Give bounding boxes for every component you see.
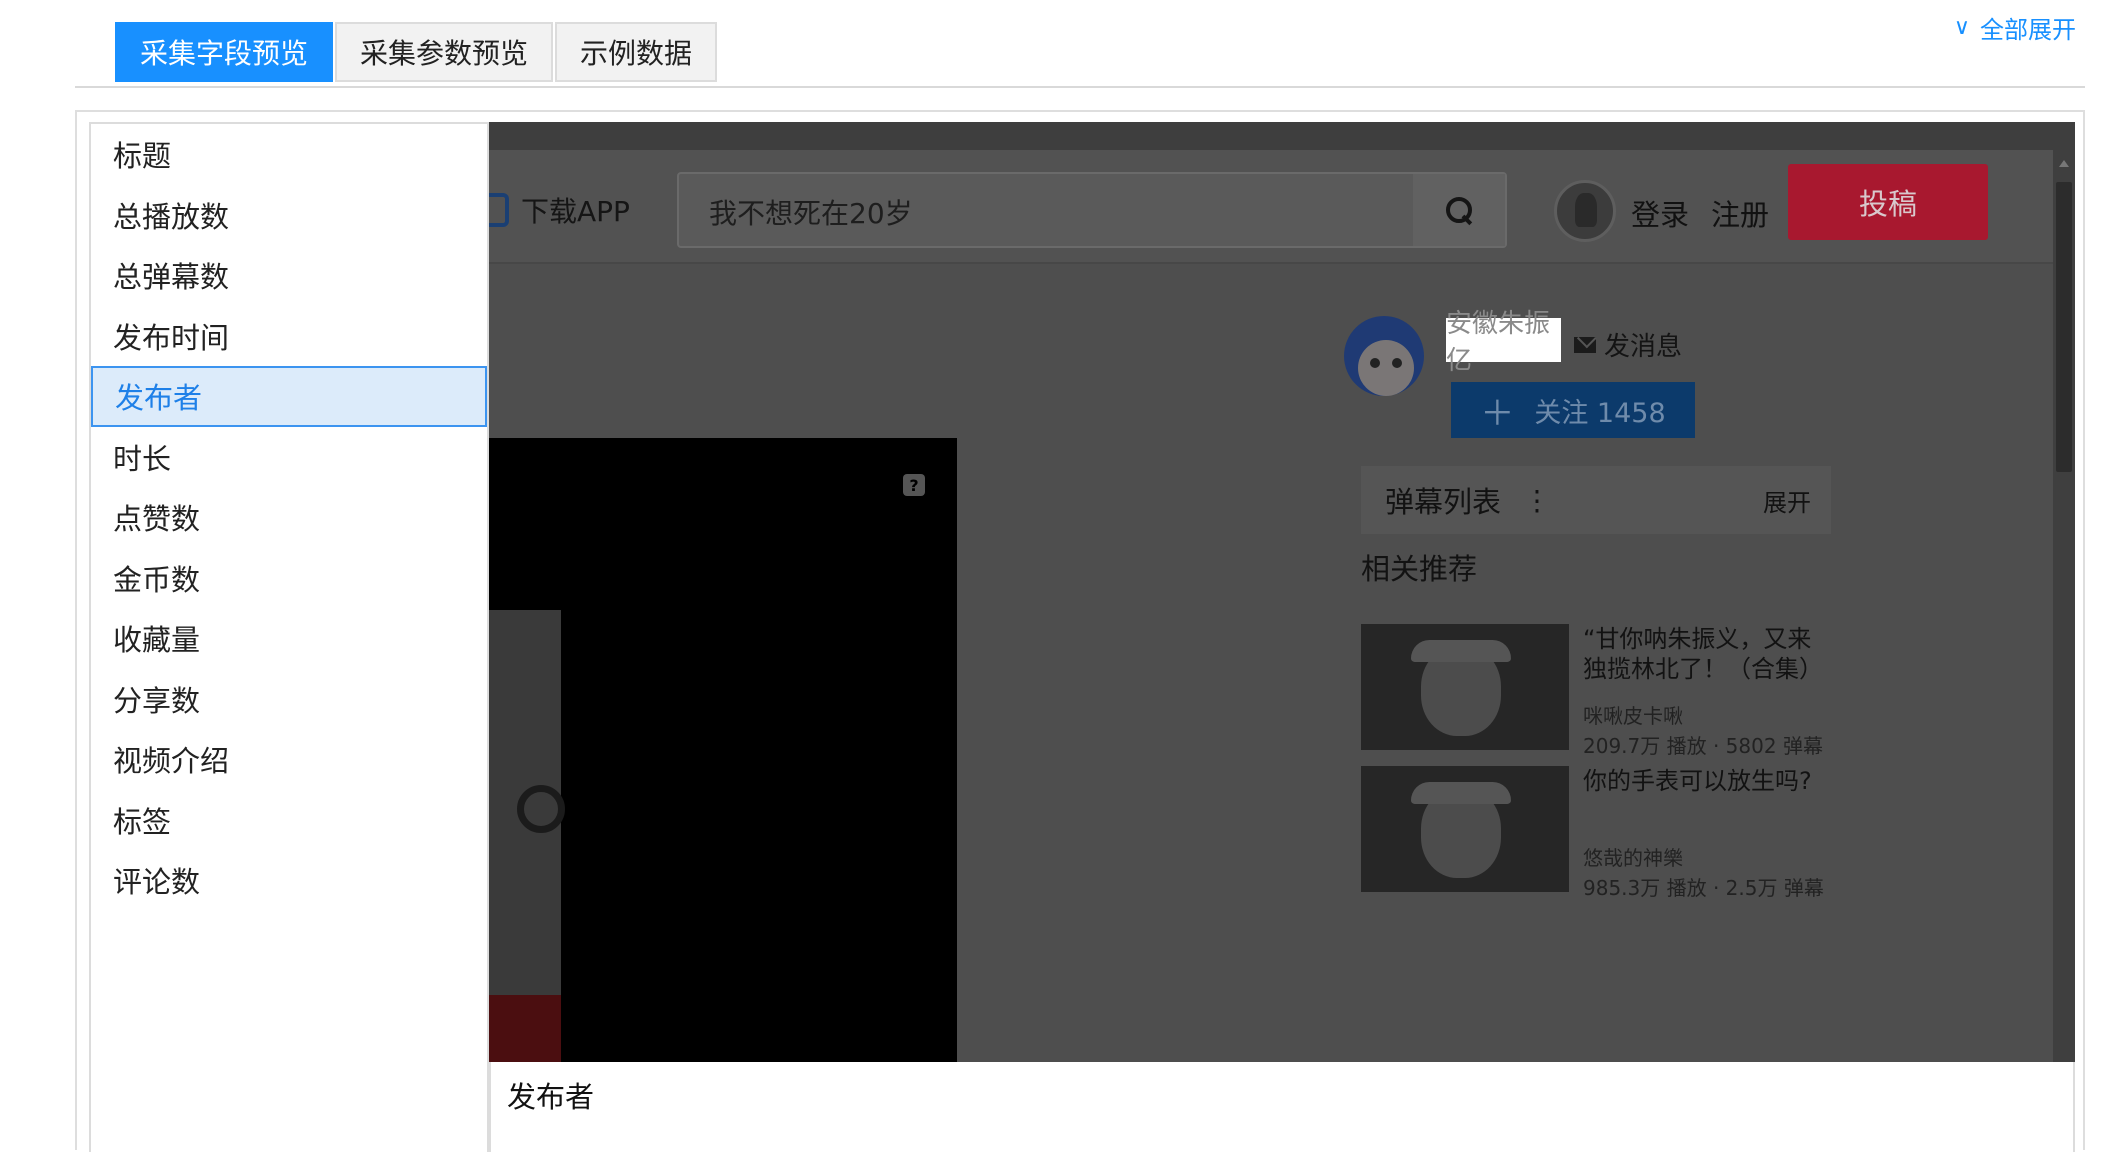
follow-label: 关注 1458 [1534, 397, 1666, 429]
help-icon: ? [903, 474, 925, 496]
scrollbar-thumb[interactable] [2056, 182, 2072, 472]
tab-field-preview[interactable]: 采集字段预览 [115, 22, 334, 82]
preview-search-button[interactable] [1413, 174, 1505, 246]
field-item-coins[interactable]: 金币数 [91, 548, 487, 609]
related-card-author[interactable]: 咪啾皮卡啾 [1583, 700, 1683, 729]
related-card-title[interactable]: “甘你呐朱振义，又来独揽林北了！（合集） [1583, 624, 1833, 684]
tab-bar: 采集字段预览 采集参数预览 示例数据 ∨ 全部展开 [0, 0, 2112, 88]
field-item-comments[interactable]: 评论数 [91, 850, 487, 911]
more-dots-icon[interactable]: ⋮ [1523, 484, 1551, 517]
selected-field-caption: 发布者 [489, 1062, 2075, 1152]
tab-param-preview[interactable]: 采集参数预览 [335, 22, 554, 82]
danmaku-list-header[interactable]: 弹幕列表 ⋮ 展开 [1361, 466, 1831, 534]
selected-field-name: 发布者 [507, 1080, 595, 1114]
send-message-label: 发消息 [1604, 332, 1683, 362]
preview-panel: 标题 总播放数 总弹幕数 发布时间 发布者 时长 点赞数 金币数 收藏量 分享数… [75, 110, 2085, 1152]
preview-search-text: 我不想死在20岁 [709, 197, 913, 230]
field-item-title[interactable]: 标题 [91, 124, 487, 185]
tab-list: 采集字段预览 采集参数预览 示例数据 [115, 22, 719, 82]
download-app-label: 下载APP [521, 195, 630, 228]
video-frame-fragment [489, 610, 565, 1062]
field-item-tags[interactable]: 标签 [91, 790, 487, 851]
preview-top-band [489, 122, 2075, 150]
mail-icon [1574, 336, 1596, 353]
preview-page: 下载APP 我不想死在20岁 登录 注册 投稿 安徽朱振亿 发消息 ＋ 关注 1… [489, 150, 2053, 1062]
field-item-shares[interactable]: 分享数 [91, 669, 487, 730]
post-button[interactable]: 投稿 [1788, 164, 1988, 240]
preview-scrollbar[interactable] [2053, 150, 2075, 1062]
page-preview: 下载APP 我不想死在20岁 登录 注册 投稿 安徽朱振亿 发消息 ＋ 关注 1… [489, 122, 2075, 1062]
related-title: 相关推荐 [1361, 552, 1478, 586]
related-card-stats: 209.7万 播放 · 5802 弹幕 [1583, 734, 1823, 758]
avatar-eye-left [1370, 358, 1380, 368]
related-thumbnail[interactable] [1361, 766, 1569, 892]
register-link[interactable]: 注册 [1711, 192, 1769, 234]
follow-button[interactable]: ＋ 关注 1458 [1451, 382, 1695, 438]
chevron-down-icon: ∨ [1953, 15, 1970, 40]
preview-search-box[interactable]: 我不想死在20岁 [677, 172, 1507, 248]
tab-divider [75, 86, 2085, 88]
danmaku-title: 弹幕列表 [1385, 485, 1502, 519]
uploader-name-highlight[interactable]: 安徽朱振亿 [1446, 309, 1561, 376]
download-app-link[interactable]: 下载APP [489, 190, 630, 230]
related-card-stats: 985.3万 播放 · 2.5万 弹幕 [1583, 876, 1824, 900]
avatar-eye-right [1392, 358, 1402, 368]
scroll-up-arrow-icon[interactable] [2059, 160, 2069, 167]
login-link[interactable]: 登录 [1631, 192, 1689, 234]
uploader-avatar[interactable] [1344, 316, 1432, 416]
user-avatar[interactable] [1554, 180, 1616, 242]
field-item-description[interactable]: 视频介绍 [91, 729, 487, 790]
danmaku-expand-button[interactable]: 展开 [1763, 483, 1811, 518]
field-item-favorites[interactable]: 收藏量 [91, 608, 487, 669]
field-item-total-plays[interactable]: 总播放数 [91, 185, 487, 246]
send-message-link[interactable]: 发消息 [1574, 326, 1682, 363]
search-icon [1444, 195, 1474, 225]
plus-icon: ＋ [1480, 393, 1515, 434]
field-item-publisher[interactable]: 发布者 [91, 366, 487, 427]
expand-all-button[interactable]: ∨ 全部展开 [1954, 10, 2076, 45]
expand-all-label: 全部展开 [1980, 16, 2076, 44]
related-thumbnail[interactable] [1361, 624, 1569, 750]
related-card[interactable]: “甘你呐朱振义，又来独揽林北了！（合集） 咪啾皮卡啾 209.7万 播放 · 5… [1361, 624, 1833, 758]
field-list: 标题 总播放数 总弹幕数 发布时间 发布者 时长 点赞数 金币数 收藏量 分享数… [89, 122, 489, 1152]
video-player[interactable]: ? [489, 438, 957, 1062]
field-item-duration[interactable]: 时长 [91, 427, 487, 488]
avatar-face [1358, 340, 1414, 396]
field-item-publish-time[interactable]: 发布时间 [91, 306, 487, 367]
related-card-title[interactable]: 你的手表可以放生吗? [1583, 766, 1833, 796]
danmaku-title-group: 弹幕列表 ⋮ [1385, 479, 1551, 521]
related-card-author[interactable]: 悠哉的神樂 [1583, 842, 1683, 871]
preview-header: 下载APP 我不想死在20岁 登录 注册 投稿 [489, 150, 2053, 264]
phone-icon [489, 193, 509, 227]
related-card[interactable]: 你的手表可以放生吗? 悠哉的神樂 985.3万 播放 · 2.5万 弹幕 [1361, 766, 1833, 900]
field-item-likes[interactable]: 点赞数 [91, 487, 487, 548]
tab-sample-data[interactable]: 示例数据 [555, 22, 718, 82]
field-item-total-danmaku[interactable]: 总弹幕数 [91, 245, 487, 306]
